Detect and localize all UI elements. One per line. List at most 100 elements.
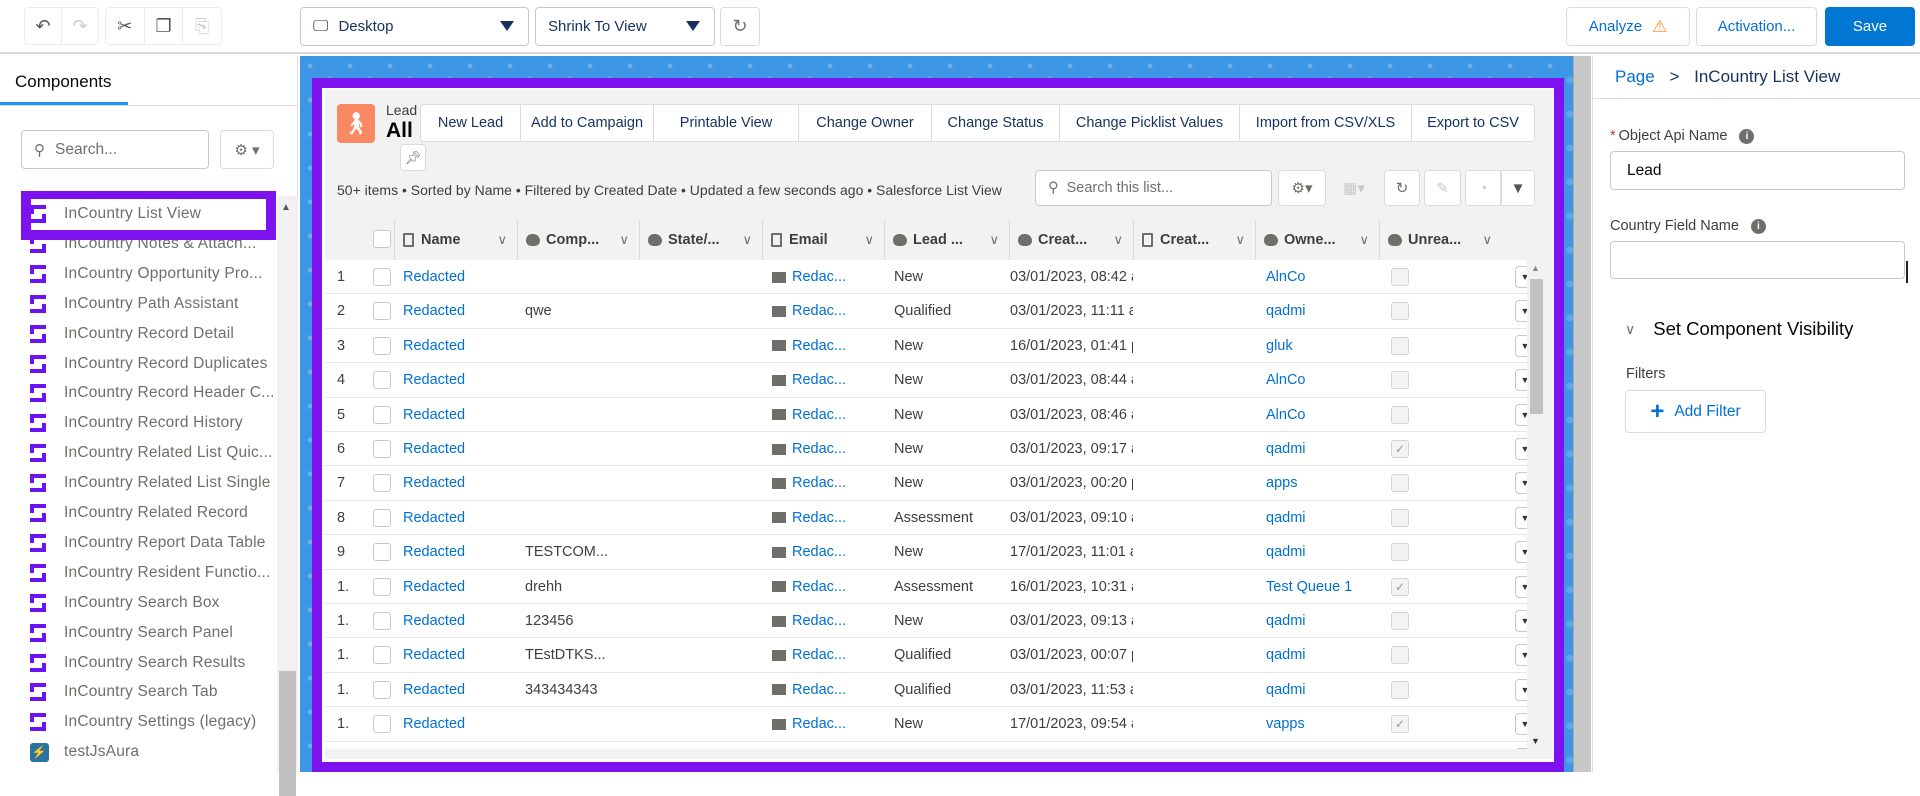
action-button[interactable]: Change Status xyxy=(931,104,1060,142)
refresh-list-button[interactable]: ↻ xyxy=(1384,170,1420,206)
row-checkbox[interactable] xyxy=(373,432,391,466)
zoom-select[interactable]: Shrink To View xyxy=(535,7,715,46)
info-icon[interactable]: i xyxy=(1750,218,1766,234)
chevron-down-icon[interactable]: ∨ xyxy=(1235,232,1245,248)
email-link[interactable]: Redac... xyxy=(792,441,846,457)
lead-name-link[interactable]: Redacted xyxy=(403,638,513,672)
row-actions-button[interactable]: ▼ xyxy=(1515,466,1527,500)
list-settings-button[interactable]: ⚙▾ xyxy=(1278,170,1326,206)
table-row[interactable]: 7 Redacted Redac... New 03/01/2023, 00:2… xyxy=(325,466,1527,501)
component-item[interactable]: InCountry Record Detail xyxy=(30,320,234,348)
chevron-down-icon[interactable]: ∨ xyxy=(619,232,629,248)
email-link[interactable]: Redac... xyxy=(792,407,846,423)
tab-components[interactable]: Components xyxy=(15,72,111,92)
email-link[interactable]: Redac... xyxy=(792,613,846,629)
action-button[interactable]: Import from CSV/XLS xyxy=(1239,104,1412,142)
paste-icon[interactable]: ⎘ xyxy=(183,8,221,44)
email-link[interactable]: Redac... xyxy=(792,338,846,354)
email-link[interactable]: Redac... xyxy=(792,475,846,491)
row-actions-button[interactable]: ▼ xyxy=(1515,329,1527,363)
column-header[interactable]: Name ∨ xyxy=(394,220,517,260)
component-item[interactable]: InCountry Resident Functio... xyxy=(30,559,271,587)
scrollbar-thumb[interactable] xyxy=(1530,279,1543,414)
owner-link[interactable]: qadmi xyxy=(1266,604,1376,638)
row-checkbox[interactable] xyxy=(373,742,391,749)
table-row[interactable]: 5 Redacted Redac... New 03/01/2023, 08:4… xyxy=(325,398,1527,432)
table-row[interactable]: 1. Redacted Redac... New 17/01/2023, 09:… xyxy=(325,707,1527,742)
lead-name-link[interactable]: Redacted xyxy=(403,535,513,569)
table-scrollbar[interactable]: ▲ ▼ xyxy=(1527,260,1545,749)
action-button[interactable]: Printable View xyxy=(653,104,799,142)
row-actions-button[interactable]: ▼ xyxy=(1515,570,1527,604)
column-header[interactable]: State/... ∨ xyxy=(639,220,762,260)
lead-name-link[interactable]: Redacted xyxy=(403,673,513,707)
component-item[interactable]: InCountry Search Tab xyxy=(30,678,218,706)
email-link[interactable]: Redac... xyxy=(792,579,846,595)
scroll-up-icon[interactable]: ▲ xyxy=(281,202,291,213)
undo-icon[interactable]: ↶ xyxy=(25,8,62,44)
owner-link[interactable]: vapps xyxy=(1266,742,1376,749)
email-link[interactable]: Redac... xyxy=(792,510,846,526)
owner-link[interactable]: apps xyxy=(1266,466,1376,500)
list-search-input[interactable]: ⚲ Search this list... xyxy=(1035,170,1272,206)
column-header[interactable]: Comp... ∨ xyxy=(517,220,639,260)
settings-button[interactable]: ⚙ ▾ xyxy=(220,130,274,169)
lead-name-link[interactable]: Redacted xyxy=(403,329,513,363)
lead-name-link[interactable]: Redacted xyxy=(403,570,513,604)
row-actions-button[interactable]: ▼ xyxy=(1515,432,1527,466)
pin-button[interactable]: 📌︎ xyxy=(400,144,426,171)
row-actions-button[interactable]: ▼ xyxy=(1515,363,1527,397)
row-checkbox[interactable] xyxy=(373,466,391,500)
email-link[interactable]: Redac... xyxy=(792,372,846,388)
table-row[interactable]: 6 Redacted Redac... New 03/01/2023, 09:1… xyxy=(325,432,1527,467)
component-item[interactable]: InCountry Opportunity Pro... xyxy=(30,260,263,288)
breadcrumb-page[interactable]: Page xyxy=(1615,67,1655,86)
chevron-down-icon[interactable]: ∨ xyxy=(497,232,507,248)
row-checkbox[interactable] xyxy=(373,638,391,672)
list-view-name[interactable]: All xyxy=(386,119,413,143)
email-link[interactable]: Redac... xyxy=(792,716,846,732)
component-item[interactable]: InCountry Related Record xyxy=(30,499,248,527)
table-row[interactable]: 8 Redacted Redac... Assessment 03/01/202… xyxy=(325,501,1527,536)
device-select[interactable]: 🖵 Desktop xyxy=(300,7,529,46)
activation-button[interactable]: Activation... xyxy=(1696,7,1817,46)
email-link[interactable]: Redac... xyxy=(792,269,846,285)
row-checkbox[interactable] xyxy=(373,294,391,328)
lead-name-link[interactable]: Redacted xyxy=(403,260,513,294)
row-actions-button[interactable]: ▼ xyxy=(1515,707,1527,741)
component-search-input[interactable]: ⚲ Search... xyxy=(21,130,209,169)
owner-link[interactable]: vapps xyxy=(1266,707,1376,741)
refresh-button[interactable]: ↻ xyxy=(720,7,760,46)
owner-link[interactable]: AlnCo xyxy=(1266,260,1376,294)
owner-link[interactable]: qadmi xyxy=(1266,673,1376,707)
table-row[interactable]: 2 Redacted qwe Redac... Qualified 03/01/… xyxy=(325,294,1527,329)
component-item[interactable]: InCountry Record Duplicates xyxy=(30,350,268,378)
lead-name-link[interactable]: Redacted xyxy=(403,604,513,638)
component-item[interactable]: ⚡ testJsAura xyxy=(30,738,139,766)
row-actions-button[interactable]: ▼ xyxy=(1515,742,1527,749)
row-actions-button[interactable]: ▼ xyxy=(1515,604,1527,638)
analyze-button[interactable]: Analyze ⚠ xyxy=(1566,7,1690,46)
row-checkbox[interactable] xyxy=(373,604,391,638)
lead-name-link[interactable]: Redacted xyxy=(403,398,513,432)
action-button[interactable]: Add to Campaign xyxy=(520,104,654,142)
row-actions-button[interactable]: ▼ xyxy=(1515,673,1527,707)
column-header[interactable]: Lead ... ∨ xyxy=(884,220,1009,260)
table-row[interactable]: 1. Redacted 123456 Redac... New 03/01/20… xyxy=(325,604,1527,639)
table-row[interactable]: 4 Redacted Redac... New 03/01/2023, 08:4… xyxy=(325,363,1527,398)
copy-icon[interactable]: ❐ xyxy=(145,8,184,44)
table-row[interactable]: 1. Redacted drehh Redac... Assessment 16… xyxy=(325,570,1527,604)
action-button[interactable]: Change Owner xyxy=(798,104,932,142)
owner-link[interactable]: qadmi xyxy=(1266,432,1376,466)
component-item[interactable]: InCountry Search Panel xyxy=(30,619,233,647)
select-all-checkbox[interactable] xyxy=(373,230,391,248)
owner-link[interactable]: qadmi xyxy=(1266,638,1376,672)
chevron-down-icon[interactable]: ∨ xyxy=(1482,232,1492,248)
save-button[interactable]: Save xyxy=(1825,7,1915,46)
lead-name-link[interactable]: Redacted xyxy=(403,707,513,741)
row-actions-button[interactable]: ▼ xyxy=(1515,398,1527,432)
lead-name-link[interactable]: Redacted xyxy=(403,501,513,535)
email-link[interactable]: Redac... xyxy=(792,544,846,560)
owner-link[interactable]: qadmi xyxy=(1266,501,1376,535)
chevron-down-icon[interactable]: ∨ xyxy=(989,232,999,248)
